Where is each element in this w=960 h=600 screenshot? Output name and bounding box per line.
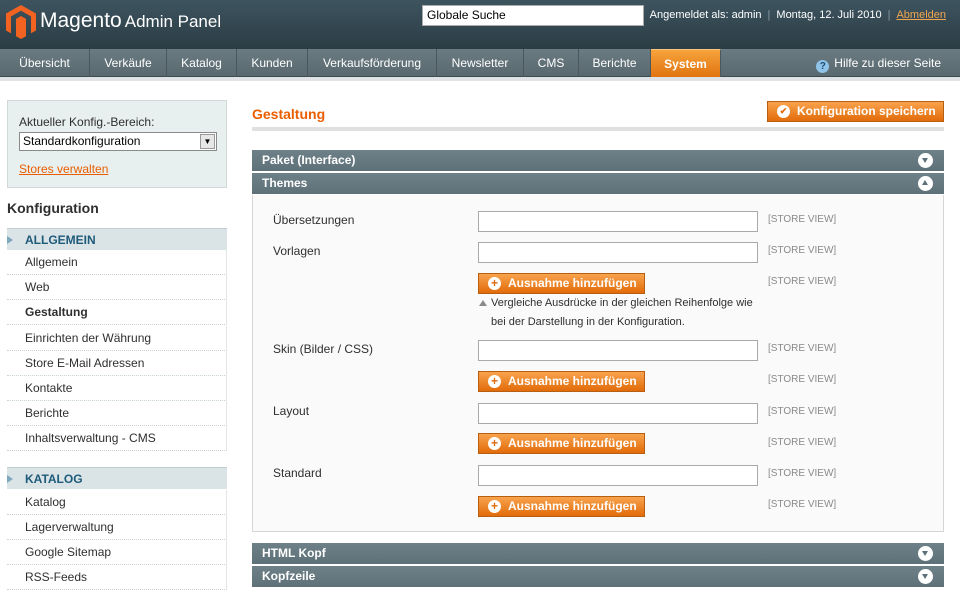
sidebar-item-store-email[interactable]: Store E-Mail Adressen bbox=[7, 351, 227, 376]
nav-system[interactable]: System bbox=[651, 49, 721, 77]
sidebar-item-contacts[interactable]: Kontakte bbox=[7, 376, 227, 401]
help-icon: ? bbox=[816, 60, 830, 73]
header-user-info: Angemeldet als: admin | Montag, 12. Juli 2… bbox=[649, 9, 946, 21]
sidebar-item-general[interactable]: Allgemein bbox=[7, 250, 227, 275]
checkmark-icon: ✔ bbox=[777, 105, 790, 118]
nav-promotions[interactable]: Verkaufsförderung bbox=[308, 49, 437, 77]
sidebar-group-general[interactable]: ALLGEMEIN bbox=[7, 228, 227, 250]
section-package[interactable]: Paket (Interface) bbox=[252, 150, 944, 171]
chevron-down-icon: ▼ bbox=[200, 134, 215, 149]
field-note: Vergleiche Ausdrücke in der gleichen Rei… bbox=[478, 294, 768, 332]
label-templates: Vorlagen bbox=[273, 244, 321, 258]
expand-icon bbox=[918, 546, 933, 561]
skin-input[interactable] bbox=[478, 340, 758, 361]
sidebar-item-inventory[interactable]: Lagerverwaltung bbox=[7, 515, 227, 540]
brand-name: Magento Admin Panel bbox=[40, 9, 222, 32]
sidebar-item-catalog[interactable]: Katalog bbox=[7, 490, 227, 515]
nav-reports[interactable]: Berichte bbox=[579, 49, 651, 77]
templates-input[interactable] bbox=[478, 242, 758, 263]
section-themes[interactable]: Themes bbox=[252, 173, 944, 194]
add-exception-button-default[interactable]: + Ausnahme hinzufügen bbox=[478, 496, 645, 517]
manage-stores-link[interactable]: Stores verwalten bbox=[19, 162, 108, 176]
scope-tag: [STORE VIEW] bbox=[768, 406, 837, 417]
sidebar-item-currency[interactable]: Einrichten der Währung bbox=[7, 326, 227, 351]
logout-link[interactable]: Abmelden bbox=[896, 9, 946, 21]
add-exception-button-templates[interactable]: + Ausnahme hinzufügen bbox=[478, 273, 645, 294]
title-divider bbox=[252, 127, 944, 131]
header-bar: Magento Admin Panel Globale Suche Angemel… bbox=[0, 0, 960, 49]
expand-icon bbox=[918, 153, 933, 168]
magento-logo-icon bbox=[6, 5, 36, 39]
scope-tag: [STORE VIEW] bbox=[768, 468, 837, 479]
sidebar-item-reports[interactable]: Berichte bbox=[7, 401, 227, 426]
expand-icon bbox=[918, 569, 933, 584]
nav-sales[interactable]: Verkäufe bbox=[90, 49, 167, 77]
plus-icon: + bbox=[488, 375, 501, 388]
layout-input[interactable] bbox=[478, 403, 758, 424]
help-link[interactable]: ? Hilfe zu dieser Seite bbox=[816, 49, 941, 77]
add-exception-button-skin[interactable]: + Ausnahme hinzufügen bbox=[478, 371, 645, 392]
scope-tag: [STORE VIEW] bbox=[768, 374, 837, 385]
plus-icon: + bbox=[488, 437, 501, 450]
label-layout: Layout bbox=[273, 404, 310, 418]
sidebar-item-google-sitemap[interactable]: Google Sitemap bbox=[7, 540, 227, 565]
global-search-input[interactable]: Globale Suche bbox=[422, 5, 644, 26]
save-config-button[interactable]: ✔ Konfiguration speichern bbox=[767, 101, 944, 122]
config-scope-select[interactable]: Standardkonfiguration ▼ bbox=[19, 132, 217, 151]
sidebar-title: Konfiguration bbox=[7, 200, 99, 216]
nav-divider bbox=[0, 77, 960, 81]
current-date: Montag, 12. Juli 2010 bbox=[776, 9, 882, 21]
plus-icon: + bbox=[488, 277, 501, 290]
logged-in-label: Angemeldet als: admin bbox=[649, 9, 762, 21]
collapse-icon bbox=[918, 176, 933, 191]
section-header[interactable]: Kopfzeile bbox=[252, 566, 944, 587]
default-input[interactable] bbox=[478, 465, 758, 486]
label-skin: Skin (Bilder / CSS) bbox=[273, 342, 374, 356]
scope-tag: [STORE VIEW] bbox=[768, 214, 837, 225]
nav-cms[interactable]: CMS bbox=[524, 49, 579, 77]
translations-input[interactable] bbox=[478, 211, 758, 232]
label-translations: Übersetzungen bbox=[273, 213, 355, 227]
plus-icon: + bbox=[488, 500, 501, 513]
section-html-head[interactable]: HTML Kopf bbox=[252, 543, 944, 564]
sidebar-item-cms[interactable]: Inhaltsverwaltung - CMS bbox=[7, 426, 227, 451]
nav-newsletter[interactable]: Newsletter bbox=[437, 49, 524, 77]
scope-tag: [STORE VIEW] bbox=[768, 245, 837, 256]
config-scope-box: Aktueller Konfig.-Bereich: Standardkonfi… bbox=[7, 100, 227, 188]
add-exception-button-layout[interactable]: + Ausnahme hinzufügen bbox=[478, 433, 645, 454]
scope-tag: [STORE VIEW] bbox=[768, 437, 837, 448]
scope-tag: [STORE VIEW] bbox=[768, 343, 837, 354]
label-default: Standard bbox=[273, 466, 322, 480]
config-scope-label: Aktueller Konfig.-Bereich: bbox=[19, 115, 155, 129]
page-title: Gestaltung bbox=[252, 106, 326, 122]
sidebar-item-rss-feeds[interactable]: RSS-Feeds bbox=[7, 565, 227, 590]
scope-tag: [STORE VIEW] bbox=[768, 276, 837, 287]
sidebar-group-catalog[interactable]: KATALOG bbox=[7, 467, 227, 489]
sidebar-item-design[interactable]: Gestaltung bbox=[7, 300, 227, 325]
nav-overview[interactable]: Übersicht bbox=[0, 49, 90, 77]
sidebar-item-web[interactable]: Web bbox=[7, 275, 227, 300]
nav-catalog[interactable]: Katalog bbox=[167, 49, 237, 77]
nav-customers[interactable]: Kunden bbox=[237, 49, 308, 77]
scope-tag: [STORE VIEW] bbox=[768, 499, 837, 510]
